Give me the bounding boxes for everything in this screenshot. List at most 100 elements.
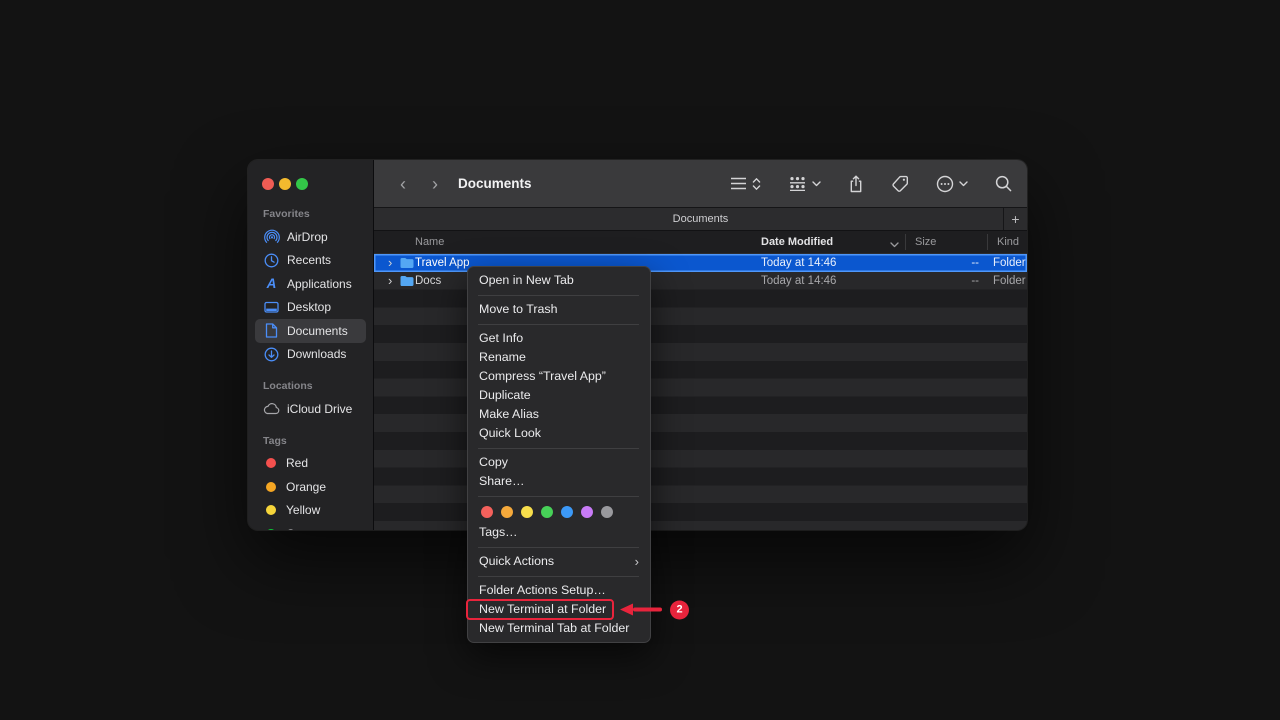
sidebar-item-downloads[interactable]: Downloads [255,343,366,367]
share-icon[interactable] [848,175,864,193]
sidebar: Favorites AirDrop Recents A Applications [248,160,374,530]
sidebar-item-label: Yellow [286,503,320,517]
tab-documents[interactable]: Documents [673,213,729,225]
tag-yellow-swatch[interactable] [521,506,533,518]
menu-separator [478,448,639,449]
menu-item-new-terminal-tab-at-folder[interactable]: New Terminal Tab at Folder [468,619,650,638]
menu-separator [478,324,639,325]
sidebar-item-tag-orange[interactable]: Orange [255,475,366,499]
menu-item-move-to-trash[interactable]: Move to Trash [468,300,650,319]
menu-item-quick-look[interactable]: Quick Look [468,424,650,443]
toolbar: ‹ › Documents [374,160,1027,208]
sort-chevrons-icon [752,177,761,191]
forward-button[interactable]: › [426,175,444,193]
column-header-name[interactable]: Name [415,231,444,253]
back-button[interactable]: ‹ [394,175,412,193]
menu-item-compress[interactable]: Compress “Travel App” [468,367,650,386]
arrow-left-icon [620,604,633,616]
more-actions-button[interactable] [936,175,968,193]
sidebar-item-label: Documents [287,324,348,338]
disclosure-chevron-icon[interactable]: › [388,256,392,269]
disclosure-chevron-icon[interactable]: › [388,274,392,287]
sidebar-item-tag-green[interactable]: Green [255,522,366,530]
sidebar-item-tag-yellow[interactable]: Yellow [255,499,366,523]
sidebar-item-label: iCloud Drive [287,402,352,416]
group-button[interactable] [788,176,821,191]
sidebar-section-tags: Tags [248,434,373,448]
menu-separator [478,547,639,548]
step-number-badge: 2 [670,600,689,619]
sidebar-item-label: Orange [286,480,326,494]
sidebar-item-label: Red [286,456,308,470]
menu-item-share[interactable]: Share… [468,472,650,491]
file-size: -- [934,257,979,269]
search-icon[interactable] [995,175,1012,192]
document-icon [263,322,280,339]
window-controls [248,160,373,190]
tag-icon[interactable] [891,175,909,192]
file-kind: Folder [993,275,1026,287]
download-icon [263,346,280,363]
menu-item-make-alias[interactable]: Make Alias [468,405,650,424]
file-kind: Folder [993,257,1026,269]
tag-orange-swatch[interactable] [501,506,513,518]
zoom-window-button[interactable] [296,178,308,190]
sidebar-section-locations: Locations [248,379,373,393]
menu-item-quick-actions[interactable]: Quick Actions › [468,552,650,571]
menu-item-folder-actions-setup[interactable]: Folder Actions Setup… [468,581,650,600]
sidebar-item-icloud-drive[interactable]: iCloud Drive [255,397,366,421]
menu-item-rename[interactable]: Rename [468,348,650,367]
sidebar-section-favorites: Favorites [248,207,373,221]
menu-item-new-terminal-at-folder[interactable]: New Terminal at Folder 2 [468,600,650,619]
menu-item-get-info[interactable]: Get Info [468,329,650,348]
sidebar-item-desktop[interactable]: Desktop [255,296,366,320]
file-size: -- [934,275,979,287]
chevron-right-icon: › [635,552,639,571]
menu-item-tags[interactable]: Tags… [468,523,650,542]
menu-separator [478,295,639,296]
menu-item-copy[interactable]: Copy [468,453,650,472]
file-name: Docs [415,275,441,287]
sort-direction-icon [890,239,899,251]
context-menu: Open in New Tab Move to Trash Get Info R… [467,266,651,643]
column-header-kind[interactable]: Kind [997,231,1019,253]
chevron-down-icon [959,181,968,187]
tag-purple-swatch[interactable] [581,506,593,518]
file-date-modified: Today at 14:46 [761,275,836,287]
sidebar-item-airdrop[interactable]: AirDrop [255,225,366,249]
annotation-arrow: 2 [620,600,689,619]
column-divider [905,234,906,250]
column-headers: Name Date Modified Size Kind [374,231,1027,254]
sidebar-item-label: AirDrop [287,230,328,244]
group-icon [788,176,807,191]
tag-gray-swatch[interactable] [601,506,613,518]
tag-blue-swatch[interactable] [561,506,573,518]
file-name: Travel App [415,257,470,269]
tag-color-row [468,501,650,523]
tag-red-swatch[interactable] [481,506,493,518]
ellipsis-circle-icon [936,175,954,193]
column-header-size[interactable]: Size [915,231,936,253]
sidebar-item-recents[interactable]: Recents [255,249,366,273]
tag-green-swatch[interactable] [541,506,553,518]
sidebar-item-tag-red[interactable]: Red [255,452,366,476]
tab-bar: Documents + [374,208,1027,231]
sidebar-item-applications[interactable]: A Applications [255,272,366,296]
cloud-icon [263,400,280,417]
column-header-date-modified[interactable]: Date Modified [761,231,833,253]
sidebar-item-label: Desktop [287,300,331,314]
sidebar-item-label: Green [286,527,319,530]
new-tab-button[interactable]: + [1003,208,1027,230]
sidebar-item-documents[interactable]: Documents [255,319,366,343]
file-date-modified: Today at 14:46 [761,257,836,269]
menu-item-duplicate[interactable]: Duplicate [468,386,650,405]
menu-separator [478,496,639,497]
menu-separator [478,576,639,577]
minimize-window-button[interactable] [279,178,291,190]
column-divider [987,234,988,250]
red-tag-icon [266,458,276,468]
green-tag-icon [266,529,276,530]
menu-item-open-in-new-tab[interactable]: Open in New Tab [468,271,650,290]
view-options-button[interactable] [730,177,761,191]
close-window-button[interactable] [262,178,274,190]
